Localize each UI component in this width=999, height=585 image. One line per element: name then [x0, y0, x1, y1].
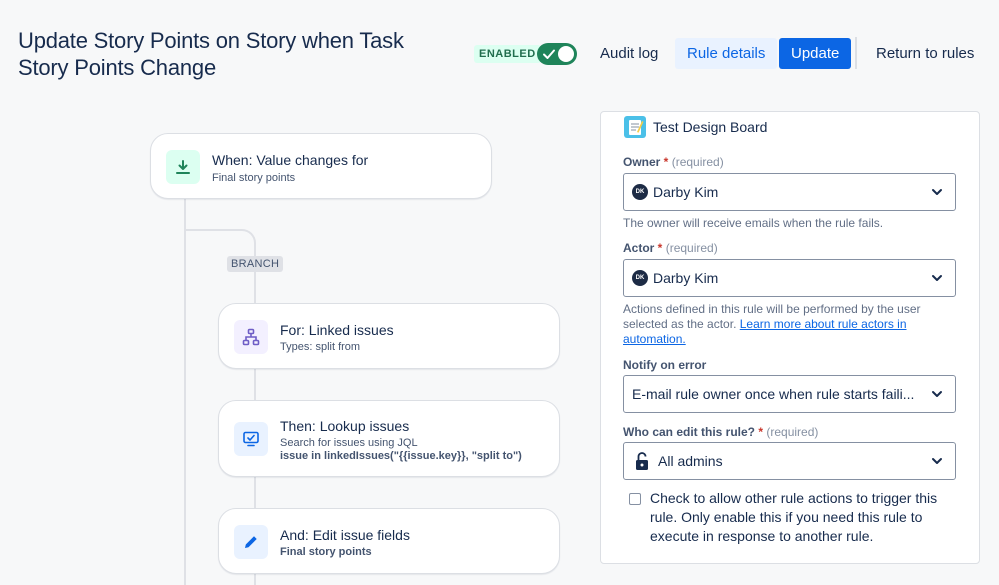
lookup-card[interactable]: Then: Lookup issues Search for issues us… — [218, 400, 560, 477]
project-icon — [624, 116, 646, 138]
avatar: DK — [632, 270, 648, 286]
trigger-title: When: Value changes for — [212, 152, 369, 168]
actor-select[interactable]: DK Darby Kim — [623, 259, 956, 297]
pencil-icon — [245, 536, 257, 548]
chevron-down-icon — [932, 458, 942, 464]
search-screen-icon — [243, 431, 259, 447]
owner-select[interactable]: DK Darby Kim — [623, 173, 956, 211]
actor-label-text: Actor — [623, 241, 655, 255]
edit-access-label: Who can edit this rule? * (required) — [623, 425, 818, 439]
return-to-rules-button[interactable]: Return to rules — [864, 38, 986, 69]
update-button[interactable]: Update — [779, 38, 852, 69]
required-asterisk: * — [654, 241, 663, 255]
check-icon — [543, 49, 555, 59]
owner-label: Owner * (required) — [623, 155, 724, 169]
enabled-toggle[interactable] — [537, 43, 577, 65]
audit-log-button[interactable]: Audit log — [588, 38, 670, 69]
header-divider — [855, 37, 857, 69]
actor-helper: Actions defined in this rule will be per… — [623, 302, 943, 347]
hierarchy-icon — [242, 328, 260, 346]
chevron-down-icon — [932, 391, 942, 397]
owner-label-text: Owner — [623, 155, 661, 169]
edit-card[interactable]: And: Edit issue fields Final story point… — [218, 508, 560, 574]
page-title: Update Story Points on Story when Task S… — [18, 28, 404, 80]
edit-access-value: All admins — [658, 453, 723, 469]
branch-connector-line-1 — [254, 269, 256, 303]
lock-icon — [636, 452, 648, 470]
actor-label: Actor * (required) — [623, 241, 718, 255]
edit-access-label-text: Who can edit this rule? — [623, 425, 756, 439]
allow-trigger-checkbox[interactable] — [629, 493, 641, 505]
branch-connector-line-4 — [254, 574, 256, 585]
edit-subtitle: Final story points — [280, 546, 372, 558]
notify-label: Notify on error — [623, 358, 707, 372]
actor-value: Darby Kim — [653, 270, 719, 286]
value-change-icon — [176, 160, 190, 174]
edit-access-select[interactable]: All admins — [623, 442, 956, 480]
rule-details-button[interactable]: Rule details — [675, 38, 778, 69]
branch-connector-line-2 — [254, 369, 256, 400]
avatar: DK — [632, 184, 648, 200]
lookup-jql: issue in linkedIssues("{{issue.key}}, "s… — [280, 450, 522, 462]
branch-subtitle: Types: split from — [280, 341, 361, 353]
trigger-subtitle: Final story points — [212, 172, 296, 184]
trigger-icon-box — [166, 150, 200, 184]
branch-connector-line-3 — [254, 477, 256, 508]
chevron-down-icon — [932, 189, 942, 195]
lookup-subtitle: Search for issues using JQL — [280, 437, 418, 449]
toggle-knob — [558, 46, 574, 62]
allow-trigger-label[interactable]: Check to allow other rule actions to tri… — [650, 489, 960, 546]
lookup-title: Then: Lookup issues — [280, 418, 410, 434]
owner-value: Darby Kim — [653, 184, 719, 200]
lookup-icon-box — [234, 422, 268, 456]
branch-icon-box — [234, 320, 268, 354]
notify-value: E-mail rule owner once when rule starts … — [632, 386, 915, 402]
project-name: Test Design Board — [653, 119, 768, 135]
branch-card[interactable]: For: Linked issues Types: split from — [218, 303, 560, 369]
owner-helper: The owner will receive emails when the r… — [623, 216, 884, 230]
required-asterisk: * — [755, 425, 764, 439]
edit-access-required-text: (required) — [766, 425, 819, 439]
required-asterisk: * — [660, 155, 669, 169]
notepad-icon — [629, 120, 644, 135]
edit-title: And: Edit issue fields — [280, 527, 410, 543]
actor-required-text: (required) — [665, 241, 718, 255]
branch-label: BRANCH — [227, 256, 284, 272]
trigger-card[interactable]: When: Value changes for Final story poin… — [150, 133, 492, 199]
enabled-badge: ENABLED — [474, 45, 541, 63]
owner-required-text: (required) — [671, 155, 724, 169]
chevron-down-icon — [932, 275, 942, 281]
branch-title: For: Linked issues — [280, 322, 394, 338]
edit-icon-box — [234, 525, 268, 559]
notify-select[interactable]: E-mail rule owner once when rule starts … — [623, 375, 956, 413]
